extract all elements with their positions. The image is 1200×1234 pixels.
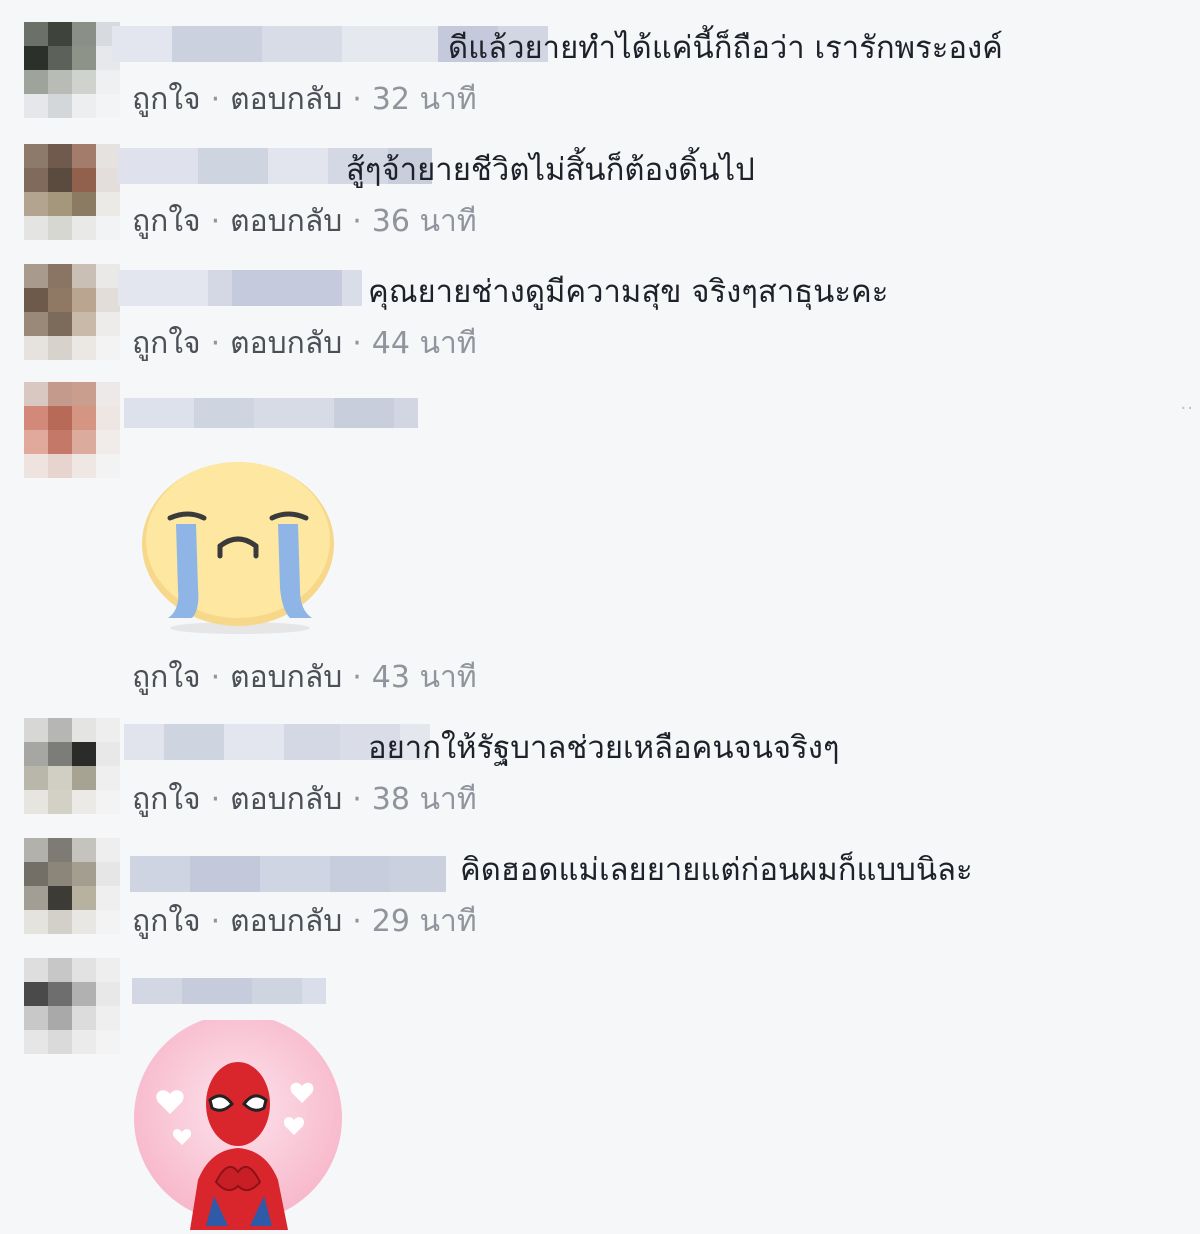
ellipsis-icon[interactable]: ·· [1181, 398, 1194, 419]
commenter-name[interactable] [132, 978, 326, 1004]
comment-text: ดีแล้วยายทำได้แค่นี้ก็ถือว่า เรารักพระอง… [448, 30, 1003, 66]
reply-link[interactable]: ตอบกลับ [230, 82, 342, 117]
crying-face-sticker[interactable] [140, 460, 336, 640]
avatar[interactable] [24, 838, 120, 934]
avatar[interactable] [24, 958, 120, 1054]
comment-text: คิดฮอดแม่เลยยายแต่ก่อนผมก็แบบนิละ [460, 852, 973, 888]
avatar[interactable] [24, 718, 120, 814]
like-link[interactable]: ถูกใจ [132, 660, 201, 695]
reply-link[interactable]: ตอบกลับ [230, 204, 342, 239]
like-link[interactable]: ถูกใจ [132, 326, 201, 361]
avatar[interactable] [24, 22, 120, 118]
commenter-name[interactable] [124, 398, 418, 428]
reply-link[interactable]: ตอบกลับ [230, 660, 342, 695]
reply-link[interactable]: ตอบกลับ [230, 326, 342, 361]
reply-link[interactable]: ตอบกลับ [230, 782, 342, 817]
comment-time[interactable]: 36 นาที [372, 204, 477, 239]
comment-actions: ถูกใจ · ตอบกลับ · 44 นาที [132, 326, 477, 361]
comment-actions: ถูกใจ · ตอบกลับ · 43 นาที [132, 660, 477, 695]
spiderman-icon [134, 1014, 342, 1230]
comment-time[interactable]: 29 นาที [372, 904, 477, 939]
avatar[interactable] [24, 144, 120, 240]
comment-actions: ถูกใจ · ตอบกลับ · 38 นาที [132, 782, 477, 817]
spiderman-heart-sticker[interactable] [132, 1014, 346, 1230]
comment-time[interactable]: 43 นาที [372, 660, 477, 695]
comment-time[interactable]: 44 นาที [372, 326, 477, 361]
like-link[interactable]: ถูกใจ [132, 904, 201, 939]
commenter-name[interactable] [130, 856, 446, 892]
crying-face-icon [142, 462, 334, 634]
like-link[interactable]: ถูกใจ [132, 82, 201, 117]
commenter-name[interactable] [118, 270, 362, 306]
comment-text: สู้ๆจ้ายายชีวิตไม่สิ้นก็ต้องดิ้นไป [346, 152, 755, 188]
like-link[interactable]: ถูกใจ [132, 782, 201, 817]
comment-time[interactable]: 32 นาที [372, 82, 477, 117]
reply-link[interactable]: ตอบกลับ [230, 904, 342, 939]
comment-text: อยากให้รัฐบาลช่วยเหลือคนจนจริงๆ [368, 730, 840, 766]
avatar[interactable] [24, 382, 120, 478]
comment-text: คุณยายช่างดูมีความสุข จริงๆสาธุนะคะ [368, 274, 889, 310]
comment-actions: ถูกใจ · ตอบกลับ · 32 นาที [132, 82, 477, 117]
comment-actions: ถูกใจ · ตอบกลับ · 36 นาที [132, 204, 477, 239]
like-link[interactable]: ถูกใจ [132, 204, 201, 239]
comment-time[interactable]: 38 นาที [372, 782, 477, 817]
avatar[interactable] [24, 264, 120, 360]
comment-actions: ถูกใจ · ตอบกลับ · 29 นาที [132, 904, 477, 939]
